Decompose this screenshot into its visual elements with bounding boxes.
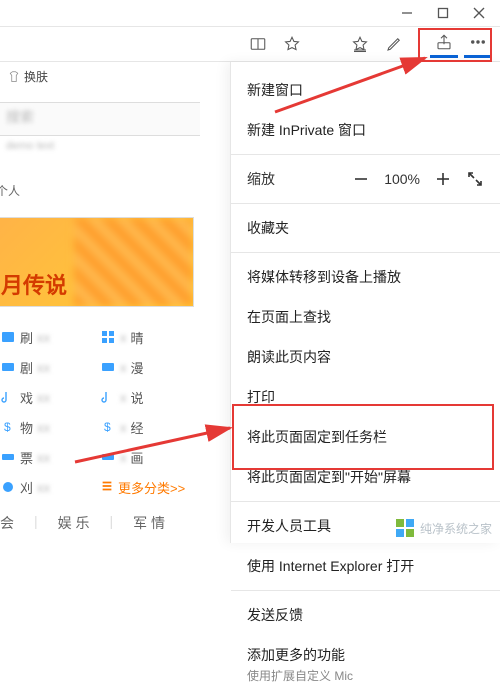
settings-menu: 新建窗口 新建 InPrivate 窗口 缩放 100% 收藏夹 将媒体转移到设…	[230, 62, 500, 543]
minimize-button[interactable]	[398, 4, 416, 22]
tv-icon	[0, 359, 16, 375]
bottom-tab[interactable]: 军 情	[129, 507, 169, 539]
menu-find[interactable]: 在页面上查找	[231, 297, 500, 337]
favorite-star-icon[interactable]	[278, 30, 306, 58]
bottom-tab[interactable]: 会	[0, 507, 18, 539]
category-row: 票xx x画	[0, 442, 190, 472]
windows-logo-icon	[396, 519, 414, 537]
maximize-button[interactable]	[434, 4, 452, 22]
close-button[interactable]	[470, 4, 488, 22]
music-icon	[0, 389, 16, 405]
category-item[interactable]: x说	[100, 388, 190, 407]
menu-cast[interactable]: 将媒体转移到设备上播放	[231, 257, 500, 297]
more-categories-label: 更多分类>>	[118, 478, 185, 497]
personal-label: 个人	[0, 182, 20, 199]
dollar2-icon: $	[100, 419, 116, 435]
search-bar[interactable]: 搜索	[0, 102, 200, 136]
ticket-icon	[0, 449, 16, 465]
category-item[interactable]: 戏xx	[0, 388, 90, 407]
dollar-icon: $	[0, 419, 16, 435]
zoom-out-button[interactable]	[352, 170, 370, 188]
list-icon	[100, 479, 114, 496]
category-item[interactable]: 刈xx	[0, 478, 90, 497]
menu-more-tools-sub: 使用扩展自定义 Mic	[231, 667, 500, 694]
watermark-text: 纯净系统之家	[420, 520, 492, 537]
menu-open-ie[interactable]: 使用 Internet Explorer 打开	[231, 546, 500, 586]
theme-switch-label: 换肤	[24, 68, 48, 85]
window-controls	[398, 0, 500, 26]
category-item[interactable]: x画	[100, 448, 190, 467]
menu-new-window[interactable]: 新建窗口	[231, 70, 500, 110]
bottom-tabs: 会| 娱 乐| 军 情	[0, 507, 169, 539]
more-icon[interactable]	[464, 30, 492, 58]
menu-pin-taskbar[interactable]: 将此页面固定到任务栏	[231, 417, 500, 457]
category-item[interactable]: x晴	[100, 328, 190, 347]
watermark: 纯净系统之家	[396, 519, 492, 537]
menu-print[interactable]: 打印	[231, 377, 500, 417]
category-item[interactable]: 刷xx	[0, 328, 90, 347]
category-row: 剧xx x漫	[0, 352, 190, 382]
bottom-tab[interactable]: 娱 乐	[54, 507, 94, 539]
category-item[interactable]: x漫	[100, 358, 190, 377]
reading-view-icon[interactable]	[244, 30, 272, 58]
category-list: 刷xx x晴 剧xx x漫 戏xx x说 $物xx $x经 票xx x画 刈xx…	[0, 322, 190, 502]
page-background: 换肤 搜索 demo text 个人 月传说 刷xx x晴 剧xx x漫 戏xx…	[0, 62, 230, 543]
zoom-label: 缩放	[247, 169, 275, 189]
music2-icon	[100, 389, 116, 405]
category-row: 刷xx x晴	[0, 322, 190, 352]
category-item[interactable]: $x经	[100, 418, 190, 437]
menu-read-aloud[interactable]: 朗读此页内容	[231, 337, 500, 377]
menu-favorites[interactable]: 收藏夹	[231, 208, 500, 248]
category-item[interactable]: 剧xx	[0, 358, 90, 377]
tv2-icon	[100, 359, 116, 375]
video-icon	[0, 329, 16, 345]
menu-feedback[interactable]: 发送反馈	[231, 595, 500, 635]
zoom-in-button[interactable]	[434, 170, 452, 188]
menu-zoom: 缩放 100%	[231, 159, 500, 199]
menu-more-tools[interactable]: 添加更多的功能	[231, 635, 500, 667]
banner-text: 月传说	[1, 268, 67, 300]
svg-text:$: $	[104, 420, 111, 434]
category-row: 戏xx x说	[0, 382, 190, 412]
ticket2-icon	[100, 449, 116, 465]
svg-text:$: $	[4, 420, 11, 434]
share-icon[interactable]	[430, 30, 458, 58]
web-notes-icon[interactable]	[380, 30, 408, 58]
category-item[interactable]: 票xx	[0, 448, 90, 467]
browser-toolbar	[0, 26, 500, 62]
misc-icon	[0, 479, 16, 495]
fullscreen-button[interactable]	[466, 170, 484, 188]
category-item[interactable]: $物xx	[0, 418, 90, 437]
more-categories-link[interactable]: 更多分类>>	[100, 478, 190, 497]
category-row: 刈xx 更多分类>>	[0, 472, 190, 502]
grid-icon	[100, 329, 116, 345]
promo-banner[interactable]: 月传说	[0, 217, 194, 307]
shirt-icon	[8, 71, 20, 83]
sub-text: demo text	[6, 140, 54, 152]
zoom-value: 100%	[384, 171, 420, 187]
theme-switch[interactable]: 换肤	[8, 68, 48, 85]
favorites-list-icon[interactable]	[346, 30, 374, 58]
category-row: $物xx $x经	[0, 412, 190, 442]
menu-new-inprivate[interactable]: 新建 InPrivate 窗口	[231, 110, 500, 150]
menu-pin-start[interactable]: 将此页面固定到"开始"屏幕	[231, 457, 500, 497]
